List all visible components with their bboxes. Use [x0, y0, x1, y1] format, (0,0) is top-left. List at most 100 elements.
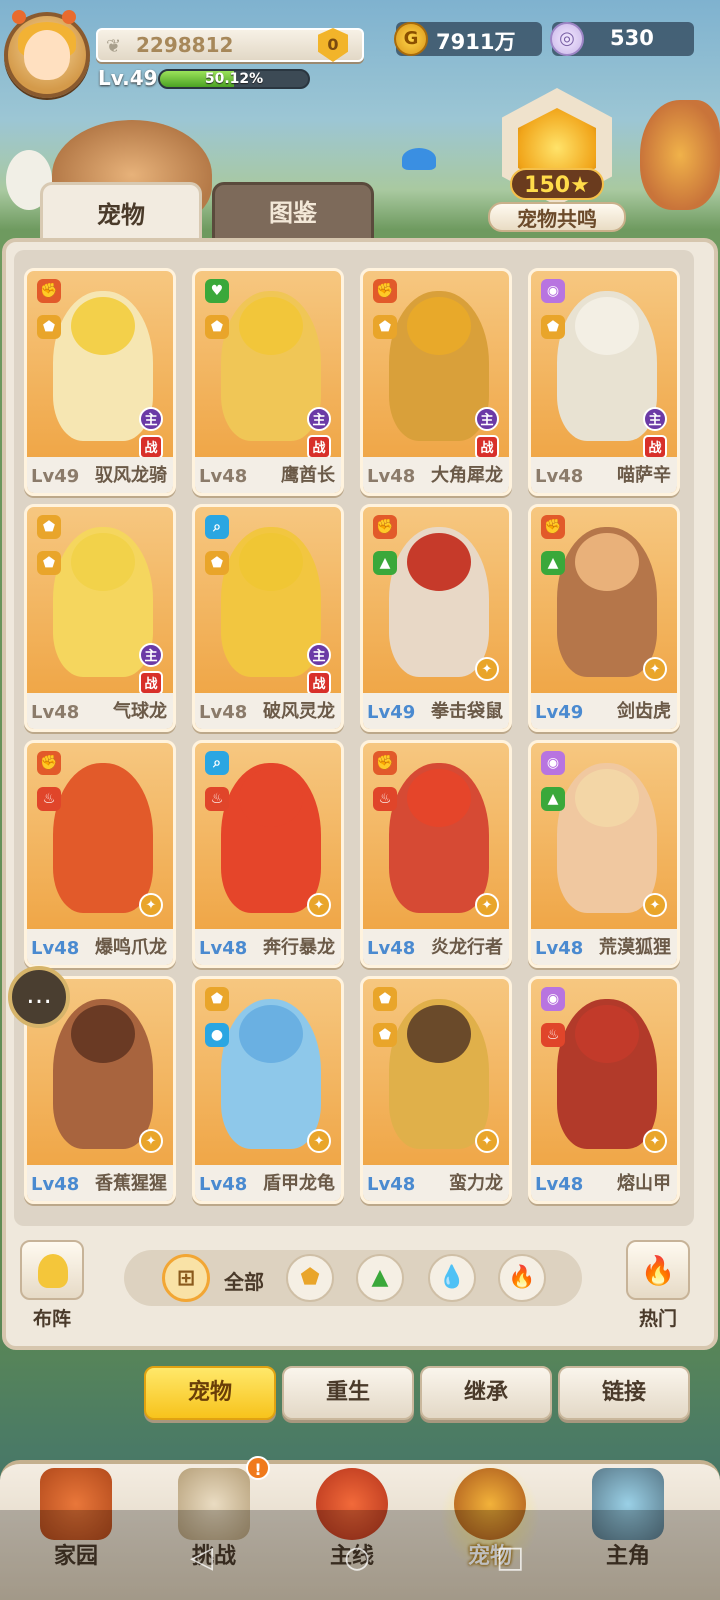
pet-name: 熔山甲 [617, 1173, 671, 1194]
filter-all-icon[interactable]: ⊞ [162, 1254, 210, 1302]
player-level: Lv.49 [98, 66, 158, 90]
pet-level: Lv48 [367, 1174, 416, 1195]
pet-class-icon: ✊ [373, 751, 397, 775]
system-back-icon[interactable]: ◁ [190, 1540, 213, 1575]
pet-name: 喵萨辛 [617, 465, 671, 486]
player-avatar[interactable] [4, 10, 90, 98]
avatar-face [24, 30, 70, 80]
pet-card[interactable]: ♥⬟主战★★★★Lv48鹰酋长 [192, 268, 344, 496]
gem-currency[interactable]: ◎ 530 [550, 22, 694, 56]
pet-element-icon: ⬟ [37, 551, 61, 575]
pet-head [575, 769, 639, 827]
pet-card[interactable]: ✊⬟主战★★★★Lv48大角犀龙 [360, 268, 512, 496]
pet-head [407, 533, 471, 591]
pet-level: Lv48 [535, 938, 584, 959]
pet-head [407, 769, 471, 827]
pet-element-icon: ▲ [541, 787, 565, 811]
gold-amount: 7911万 [436, 30, 516, 54]
tab-collection[interactable]: 图鉴 [212, 182, 374, 238]
filter-fire-icon[interactable]: 🔥 [498, 1254, 546, 1302]
pet-card[interactable]: ◉♨✦★★Lv48熔山甲 [528, 976, 680, 1204]
filter-water-icon[interactable]: 💧 [428, 1254, 476, 1302]
pet-class-icon: ✊ [373, 515, 397, 539]
pet-name: 气球龙 [113, 701, 167, 722]
job-badge-icon: ✦ [307, 1129, 331, 1153]
pet-element-icon: ♨ [37, 787, 61, 811]
pet-name: 奔行暴龙 [263, 937, 335, 958]
tab-pets[interactable]: 宠物 [40, 182, 202, 242]
pet-name: 破风灵龙 [263, 701, 335, 722]
pet-class-icon: ◉ [541, 751, 565, 775]
job-badge-icon: ✦ [475, 657, 499, 681]
battle-tag-icon: 战 [475, 435, 499, 459]
job-badge-icon: ✦ [139, 1129, 163, 1153]
gold-currency[interactable]: G 7911万 [394, 22, 542, 56]
pet-card[interactable]: ✊⬟主战★Lv49驭风龙骑 [24, 268, 176, 496]
pet-card[interactable]: ⬟●✦★★Lv48盾甲龙龟 [192, 976, 344, 1204]
battle-tag-icon: 战 [307, 671, 331, 695]
battle-tag-icon: 战 [643, 435, 667, 459]
pet-card[interactable]: ◉▲✦★★★Lv48荒漠狐狸 [528, 740, 680, 968]
pet-name: 拳击袋鼠 [431, 701, 503, 722]
power-score: 2298812 [136, 33, 234, 57]
exp-percent: 50.12% [204, 71, 264, 87]
filter-grass-icon[interactable]: ▲ [356, 1254, 404, 1302]
main-tag-icon: 主 [643, 407, 667, 431]
chat-bubble-icon[interactable]: … [8, 966, 70, 1028]
pet-head [239, 533, 303, 591]
power-score-bar[interactable]: ❦ 2298812 0 [96, 28, 364, 62]
pet-card[interactable]: ◉⬟主战★★★Lv48喵萨辛 [528, 268, 680, 496]
pet-card[interactable]: ⌕♨✦★Lv48奔行暴龙 [192, 740, 344, 968]
people-icon [38, 1254, 68, 1288]
rebirth-button[interactable]: 重生 [282, 1366, 414, 1420]
pet-level: Lv48 [31, 1174, 80, 1195]
pet-grid[interactable]: ✊⬟主战★Lv49驭风龙骑♥⬟主战★★★★Lv48鹰酋长✊⬟主战★★★★Lv48… [14, 250, 694, 1226]
pet-level: Lv48 [535, 1174, 584, 1195]
pet-class-icon: ⬟ [37, 515, 61, 539]
filter-earth-icon[interactable]: ⬟ [286, 1254, 334, 1302]
system-recent-icon[interactable]: □ [496, 1540, 524, 1575]
job-badge-icon: ✦ [643, 893, 667, 917]
pet-card[interactable]: ⬟⬟✦★★Lv48蛮力龙 [360, 976, 512, 1204]
system-home-icon[interactable]: ○ [344, 1540, 370, 1575]
pet-class-icon: ✊ [37, 751, 61, 775]
pet-card[interactable]: ⌕⬟主战★★Lv48破风灵龙 [192, 504, 344, 732]
pet-class-icon: ✊ [541, 515, 565, 539]
link-button[interactable]: 链接 [558, 1366, 690, 1420]
filter-all-label[interactable]: 全部 [224, 1266, 264, 1295]
pets-action-button[interactable]: 宠物 [144, 1366, 276, 1420]
pet-card[interactable]: ✊▲✦★★Lv49拳击袋鼠 [360, 504, 512, 732]
pet-card[interactable]: ✊♨✦★★★Lv48炎龙行者 [360, 740, 512, 968]
job-badge-icon: ✦ [643, 1129, 667, 1153]
pet-class-icon: ✊ [37, 279, 61, 303]
gem-amount: 530 [610, 26, 654, 50]
gold-coin-icon: G [394, 22, 428, 56]
formation-button[interactable] [20, 1240, 84, 1300]
job-badge-icon: ✦ [475, 1129, 499, 1153]
pet-card[interactable]: ✊♨✦★Lv48爆鸣爪龙 [24, 740, 176, 968]
pet-level: Lv48 [199, 702, 248, 723]
pet-card[interactable]: ✊▲✦★Lv49剑齿虎 [528, 504, 680, 732]
job-badge-icon: ✦ [643, 657, 667, 681]
pet-element-icon: ⬟ [373, 1023, 397, 1047]
pet-level: Lv48 [199, 938, 248, 959]
resonance-label: 宠物共鸣 [488, 202, 626, 232]
pet-head [239, 769, 303, 827]
pet-head [575, 297, 639, 355]
inherit-button[interactable]: 继承 [420, 1366, 552, 1420]
main-tag-icon: 主 [307, 407, 331, 431]
pet-level: Lv49 [367, 702, 416, 723]
pet-head [239, 1005, 303, 1063]
pet-element-icon: ▲ [541, 551, 565, 575]
pet-class-icon: ⬟ [205, 987, 229, 1011]
pet-name: 大角犀龙 [431, 465, 503, 486]
pet-card[interactable]: ⬟⬟主战★★★Lv48气球龙 [24, 504, 176, 732]
level-row: Lv.49 50.12% [96, 66, 362, 92]
hot-fire-icon[interactable]: 🔥 [626, 1240, 690, 1300]
pet-class-icon: ◉ [541, 279, 565, 303]
job-badge-icon: ✦ [475, 893, 499, 917]
main-tag-icon: 主 [139, 407, 163, 431]
pet-resonance-button[interactable]: 150★ 宠物共鸣 [488, 88, 626, 236]
pet-element-icon: ● [205, 1023, 229, 1047]
butterfly-icon [402, 148, 436, 170]
